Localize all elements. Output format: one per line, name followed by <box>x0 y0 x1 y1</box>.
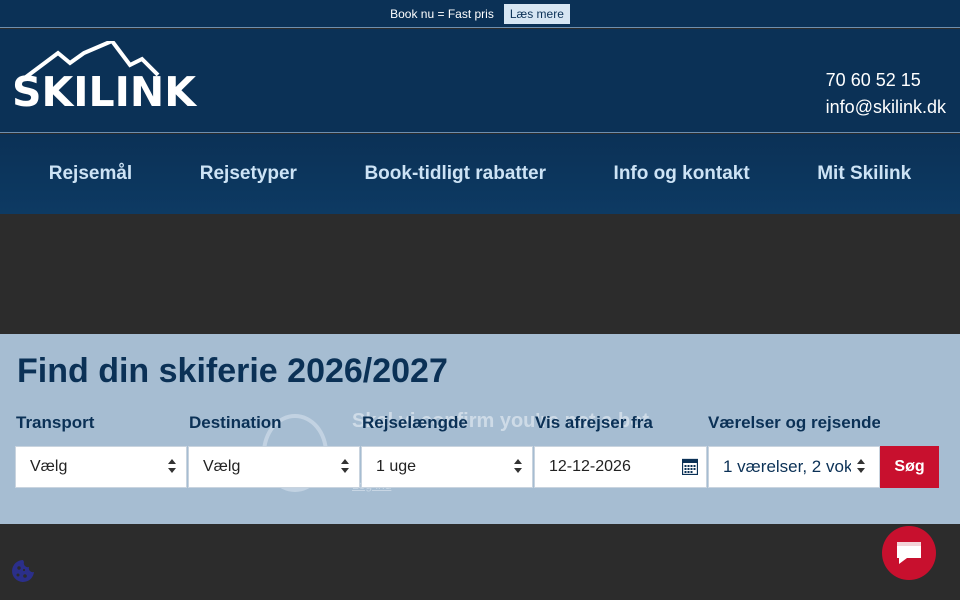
transport-select[interactable]: Vælg <box>15 446 187 488</box>
announcement-text: Book nu = Fast pris <box>390 6 494 21</box>
announcement-bar: Book nu = Fast pris Læs mere <box>0 0 960 28</box>
select-arrows-icon <box>514 459 522 475</box>
departure-date-value: 12-12-2026 <box>549 458 631 475</box>
trip-length-label: Rejselængde <box>362 413 468 432</box>
search-button[interactable]: Søg <box>880 446 939 488</box>
hero-image-area <box>0 214 960 334</box>
logo-wordmark: SKILINK <box>12 68 197 116</box>
nav-item-trip-types[interactable]: Rejsetyper <box>200 163 297 185</box>
destination-label: Destination <box>189 413 282 432</box>
rooms-travelers-select[interactable]: 1 værelser, 2 voksne <box>708 446 880 488</box>
select-arrows-icon <box>341 459 349 475</box>
transport-value: Vælg <box>30 458 68 475</box>
rooms-travelers-label: Værelser og rejsende <box>708 413 880 432</box>
transport-label: Transport <box>16 413 95 432</box>
destination-select[interactable]: Vælg <box>188 446 360 488</box>
rooms-travelers-value: 1 værelser, 2 voksne <box>723 457 851 476</box>
trip-length-value: 1 uge <box>376 458 417 475</box>
read-more-button[interactable]: Læs mere <box>503 3 570 24</box>
main-navigation: Rejsemål Rejsetyper Book-tidligt rabatte… <box>0 134 960 214</box>
nav-item-my-skilink[interactable]: Mit Skilink <box>817 163 911 185</box>
skilink-logo[interactable]: SKILINK <box>12 41 216 113</box>
contact-info: 70 60 52 15 info@skilink.dk <box>826 67 946 121</box>
departure-date-input[interactable]: 12-12-2026 <box>534 446 707 488</box>
select-arrows-icon <box>168 459 176 475</box>
phone-link[interactable]: 70 60 52 15 <box>826 67 946 94</box>
select-arrows-icon <box>857 459 865 475</box>
nav-item-destinations[interactable]: Rejsemål <box>49 163 132 185</box>
trip-length-select[interactable]: 1 uge <box>361 446 533 488</box>
chat-button[interactable] <box>882 526 936 580</box>
destination-value: Vælg <box>203 458 241 475</box>
cookie-settings-icon[interactable] <box>10 558 36 584</box>
content-area <box>0 524 960 600</box>
site-header: SKILINK 70 60 52 15 info@skilink.dk <box>0 29 960 133</box>
chat-bubble-icon <box>897 542 921 564</box>
departure-from-label: Vis afrejser fra <box>535 413 653 432</box>
nav-item-early-booking[interactable]: Book-tidligt rabatter <box>364 163 546 185</box>
email-link[interactable]: info@skilink.dk <box>826 94 946 121</box>
nav-item-info-contact[interactable]: Info og kontakt <box>614 163 750 185</box>
calendar-icon[interactable] <box>682 458 698 475</box>
search-title: Find din skiferie 2026/2027 <box>17 352 448 390</box>
